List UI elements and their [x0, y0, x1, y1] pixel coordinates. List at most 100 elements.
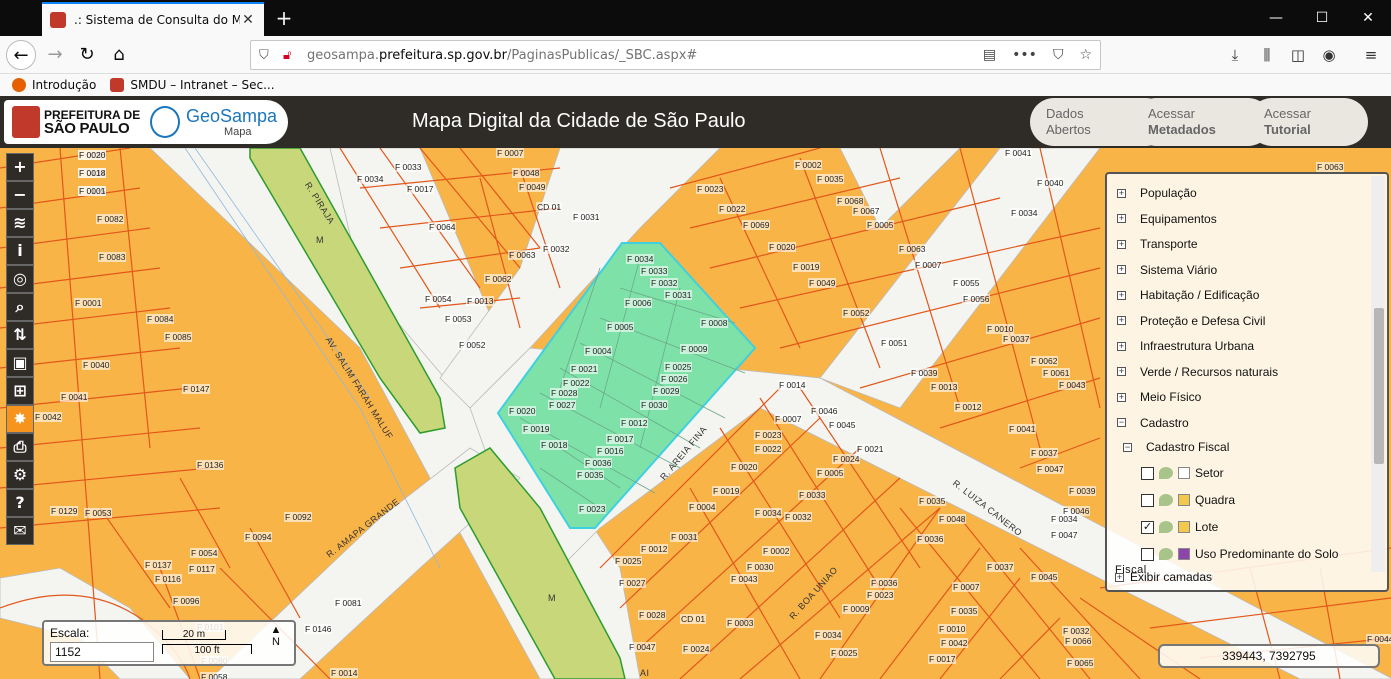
leaf-icon[interactable]: [1159, 467, 1173, 479]
url-bar[interactable]: ⛉ 🔓︎ geosampa.prefeitura.sp.gov.br/Pagin…: [250, 40, 1101, 70]
lot-label: F 0096: [172, 596, 201, 606]
gps-icon[interactable]: ◎: [6, 265, 34, 293]
bookmark-smdu[interactable]: SMDU – Intranet – Sec...: [110, 78, 275, 92]
layer-item[interactable]: Uso Predominante do Solo: [1141, 547, 1338, 561]
layer-group[interactable]: + Equipamentos: [1117, 212, 1217, 226]
expand-icon[interactable]: +: [1117, 290, 1126, 300]
back-button[interactable]: ←: [6, 40, 36, 70]
expand-icon[interactable]: +: [1117, 392, 1126, 402]
lot-label: F 0001: [78, 186, 107, 196]
lot-label: F 0033: [640, 266, 669, 276]
layer-checkbox[interactable]: ✓: [1141, 520, 1154, 534]
firefox-icon: [12, 78, 26, 92]
collapse-icon[interactable]: −: [1117, 418, 1126, 427]
expand-icon[interactable]: +: [1117, 214, 1126, 223]
prefeitura-logo-text: PREFEITURA DE SÃO PAULO: [44, 108, 141, 137]
lot-label: F 0014: [778, 380, 807, 390]
lot-label: F 0027: [548, 400, 577, 410]
layer-group-label: Proteção e Defesa Civil: [1140, 313, 1266, 328]
lot-label: F 0018: [78, 168, 107, 178]
layer-panel-scroll-thumb[interactable]: [1374, 308, 1384, 464]
pocket-icon[interactable]: ⛉: [1053, 47, 1064, 63]
save-button[interactable]: ▣: [6, 349, 34, 377]
scale-input[interactable]: 1152: [50, 642, 154, 662]
lot-label: F 0022: [754, 444, 783, 454]
layer-group[interactable]: + Transporte: [1117, 237, 1198, 251]
menu-icon[interactable]: ≡: [1360, 44, 1382, 66]
close-window-button[interactable]: ✕: [1345, 0, 1391, 36]
measure-button[interactable]: ⊞: [6, 377, 34, 405]
layer-subgroup-cadastro-fiscal[interactable]: − Cadastro Fiscal: [1123, 440, 1229, 454]
settings-button[interactable]: ⚙: [6, 461, 34, 489]
pref-favicon-icon: [110, 78, 125, 92]
layer-group[interactable]: + Sistema Viário: [1117, 263, 1217, 277]
lot-label: F 0005: [606, 322, 635, 332]
expand-icon[interactable]: +: [1117, 265, 1126, 274]
url-text[interactable]: geosampa.prefeitura.sp.gov.br/PaginasPub…: [307, 48, 697, 63]
home-button[interactable]: ⌂: [104, 40, 134, 70]
map-toolbar: + − ≋ i ◎ ⌕ ⇅ ▣ ⊞ ✸ ⎙ ⚙ ? ✉: [6, 153, 34, 545]
bookmark-introducao[interactable]: Introdução: [12, 78, 96, 92]
print-button[interactable]: ⎙: [6, 433, 34, 461]
navigate-button[interactable]: ⇅: [6, 321, 34, 349]
new-tab-button[interactable]: +: [270, 4, 298, 32]
lot-label: F 0009: [680, 344, 709, 354]
more-actions-icon[interactable]: •••: [1012, 47, 1037, 63]
tab-close-icon[interactable]: ✕: [240, 12, 256, 28]
layer-group[interactable]: + Verde / Recursos naturais: [1117, 365, 1278, 379]
expand-icon[interactable]: +: [1117, 341, 1126, 351]
reader-view-icon[interactable]: ▤: [983, 47, 996, 63]
layer-group[interactable]: + População: [1117, 186, 1197, 200]
minimize-button[interactable]: —: [1253, 0, 1299, 36]
layer-item[interactable]: ✓ Lote: [1141, 520, 1218, 534]
layer-group[interactable]: − Cadastro: [1117, 416, 1189, 430]
maximize-button[interactable]: ☐: [1299, 0, 1345, 36]
library-icon[interactable]: ⫼: [1256, 44, 1278, 66]
bookmark-star-icon[interactable]: ☆: [1079, 47, 1092, 63]
sidebar-icon[interactable]: ◫: [1287, 44, 1309, 66]
layer-group[interactable]: + Meio Físico: [1117, 390, 1201, 404]
leaf-icon[interactable]: [1159, 494, 1173, 506]
expand-icon[interactable]: +: [1117, 367, 1126, 376]
layer-item[interactable]: Quadra: [1141, 493, 1235, 507]
search-button[interactable]: ⌕: [6, 293, 34, 321]
info-button[interactable]: i: [6, 237, 34, 265]
logos[interactable]: PREFEITURA DE SÃO PAULO GeoSampa Mapa: [4, 100, 288, 144]
layer-group[interactable]: + Proteção e Defesa Civil: [1117, 314, 1265, 328]
zoom-in-button[interactable]: +: [6, 153, 34, 181]
downloads-icon[interactable]: ⤓: [1224, 44, 1246, 66]
lot-label: F 0034: [1050, 514, 1079, 524]
forward-button[interactable]: →: [40, 40, 70, 70]
lot-label: F 0034: [1010, 208, 1039, 218]
leaf-icon[interactable]: [1159, 548, 1173, 560]
lot-label: F 0010: [938, 624, 967, 634]
expand-icon[interactable]: +: [1117, 239, 1126, 249]
shield-icon[interactable]: ⛉: [259, 48, 277, 63]
account-icon[interactable]: ◉: [1318, 44, 1340, 66]
layer-checkbox[interactable]: [1141, 493, 1154, 507]
layer-checkbox[interactable]: [1141, 466, 1154, 480]
exibir-camadas-toggle[interactable]: + Exibir camadas: [1115, 570, 1212, 584]
expand-icon[interactable]: +: [1115, 572, 1124, 582]
insecure-lock-icon[interactable]: 🔓︎: [283, 48, 301, 63]
expand-icon[interactable]: +: [1117, 188, 1126, 198]
expand-icon[interactable]: +: [1117, 316, 1126, 325]
browser-tab[interactable]: .: Sistema de Consulta do Mapa Di ✕: [42, 2, 264, 36]
lot-label: F 0061: [1042, 368, 1071, 378]
tutorial-button[interactable]: Acessar Tutorial: [1248, 98, 1368, 146]
layers-button[interactable]: ≋: [6, 209, 34, 237]
zoom-out-button[interactable]: −: [6, 181, 34, 209]
lot-label: F 0018: [540, 440, 569, 450]
lot-label: F 0007: [952, 582, 981, 592]
location-button[interactable]: ✸: [6, 405, 34, 433]
email-button[interactable]: ✉: [6, 517, 34, 545]
layer-group[interactable]: + Habitação / Edificação: [1117, 288, 1259, 302]
help-button[interactable]: ?: [6, 489, 34, 517]
layer-group[interactable]: + Infraestrutura Urbana: [1117, 339, 1254, 353]
lot-label: F 0041: [1008, 424, 1037, 434]
layer-checkbox[interactable]: [1141, 547, 1154, 561]
collapse-icon[interactable]: −: [1123, 442, 1132, 452]
reload-button[interactable]: ↻: [72, 40, 102, 70]
leaf-icon[interactable]: [1159, 521, 1173, 533]
layer-item[interactable]: Setor: [1141, 466, 1224, 480]
